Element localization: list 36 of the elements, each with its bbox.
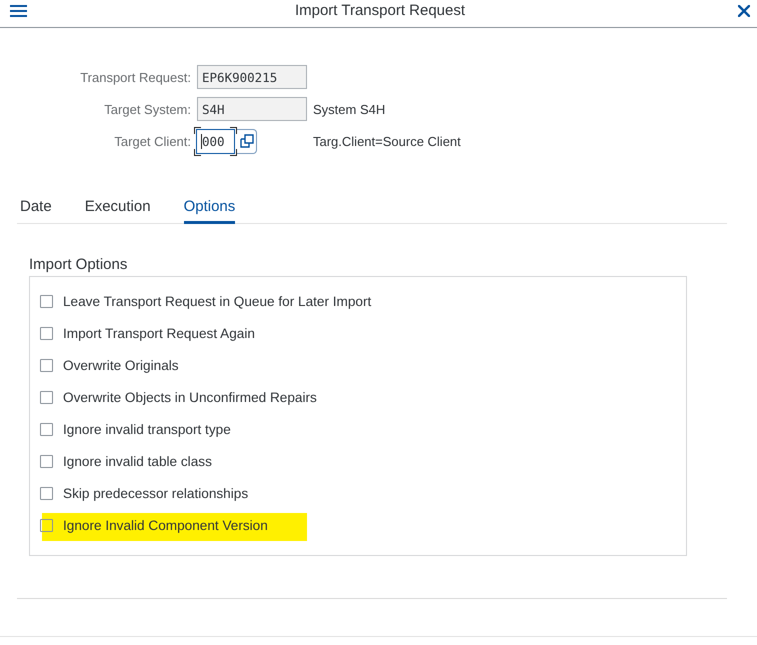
menu-icon [10,4,27,16]
checkbox[interactable] [40,518,53,532]
menu-button[interactable] [10,4,27,16]
close-icon [738,4,750,16]
option-label: Leave Transport Request in Queue for Later Import [63,294,372,308]
checkbox[interactable] [40,294,53,308]
tab[interactable]: Execution [84,198,151,224]
checkbox[interactable] [40,422,53,436]
input-field[interactable]: S4H [197,97,307,121]
option-label: Import Transport Request Again [63,326,255,340]
tab[interactable]: Options [184,198,236,224]
input-field[interactable]: 000 [194,126,237,156]
checkbox[interactable] [40,454,53,468]
group-title: Import Options [29,256,128,274]
option-label: Ignore invalid table class [63,454,212,468]
field-label: Target System: [104,102,191,116]
checkbox[interactable] [40,390,53,404]
close-button[interactable] [738,4,750,16]
text-cursor-icon [201,134,202,148]
value-help-button[interactable] [237,128,257,154]
option-label: Ignore Invalid Component Version [63,518,268,532]
option-label: Overwrite Originals [63,358,179,372]
option-label: Skip predecessor relationships [63,486,248,500]
option-label: Overwrite Objects in Unconfirmed Repairs [63,390,317,404]
checkbox[interactable] [40,486,53,500]
window-title: Import Transport Request [294,2,466,20]
field-description: Targ.Client=Source Client [313,134,461,148]
field-description: System S4H [313,102,386,116]
checkbox[interactable] [40,358,53,372]
input-field[interactable]: EP6K900215 [197,65,307,89]
field-label: Transport Request: [80,70,191,84]
value-help-icon [240,134,254,148]
field-label: Target Client: [114,134,191,148]
tab[interactable]: Date [20,198,52,224]
option-label: Ignore invalid transport type [63,422,231,436]
checkbox[interactable] [40,326,53,340]
